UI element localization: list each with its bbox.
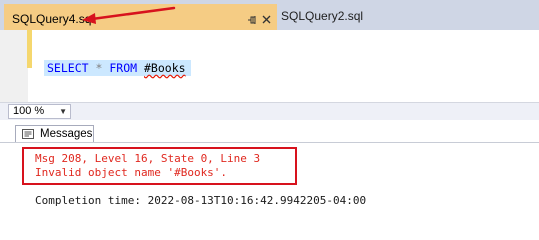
error-message-line2: Invalid object name '#Books'.: [35, 166, 228, 179]
tab-sqlquery2[interactable]: SQLQuery2.sql: [281, 9, 363, 23]
query-editor[interactable]: SELECT * FROM #Books: [0, 30, 539, 102]
tab-messages[interactable]: Messages: [15, 125, 94, 142]
results-pane: Messages Msg 208, Level 16, State 0, Lin…: [0, 120, 539, 211]
zoom-dropdown[interactable]: 100 % ▼: [8, 104, 71, 119]
zoom-value: 100 %: [13, 105, 45, 117]
error-message-line1: Msg 208, Level 16, State 0, Line 3: [35, 152, 261, 165]
code-line-selected[interactable]: SELECT * FROM #Books: [44, 60, 191, 76]
pin-icon[interactable]: [247, 15, 257, 25]
document-tab-strip: SQLQuery4.sql SQLQuery2.sql: [0, 0, 539, 30]
operator-star: *: [95, 61, 103, 75]
messages-tab-label: Messages: [40, 128, 93, 140]
dropdown-caret-icon[interactable]: ▼: [59, 107, 67, 116]
close-icon[interactable]: [262, 15, 271, 24]
editor-gutter: [0, 30, 28, 102]
annotation-arrow: [82, 6, 176, 24]
message-icon: [22, 129, 34, 139]
code-text: SELECT * FROM #Books: [47, 62, 186, 75]
completion-time: Completion time: 2022-08-13T10:16:42.994…: [35, 194, 367, 207]
change-tracking-bar: [27, 30, 32, 68]
zoom-bar: 100 % ▼: [0, 102, 539, 120]
table-identifier: #Books: [144, 61, 186, 75]
keyword-from: FROM: [109, 61, 138, 75]
keyword-select: SELECT: [47, 61, 89, 75]
tab-divider: [0, 142, 539, 143]
error-highlight-box: Msg 208, Level 16, State 0, Line 3 Inval…: [22, 147, 297, 185]
